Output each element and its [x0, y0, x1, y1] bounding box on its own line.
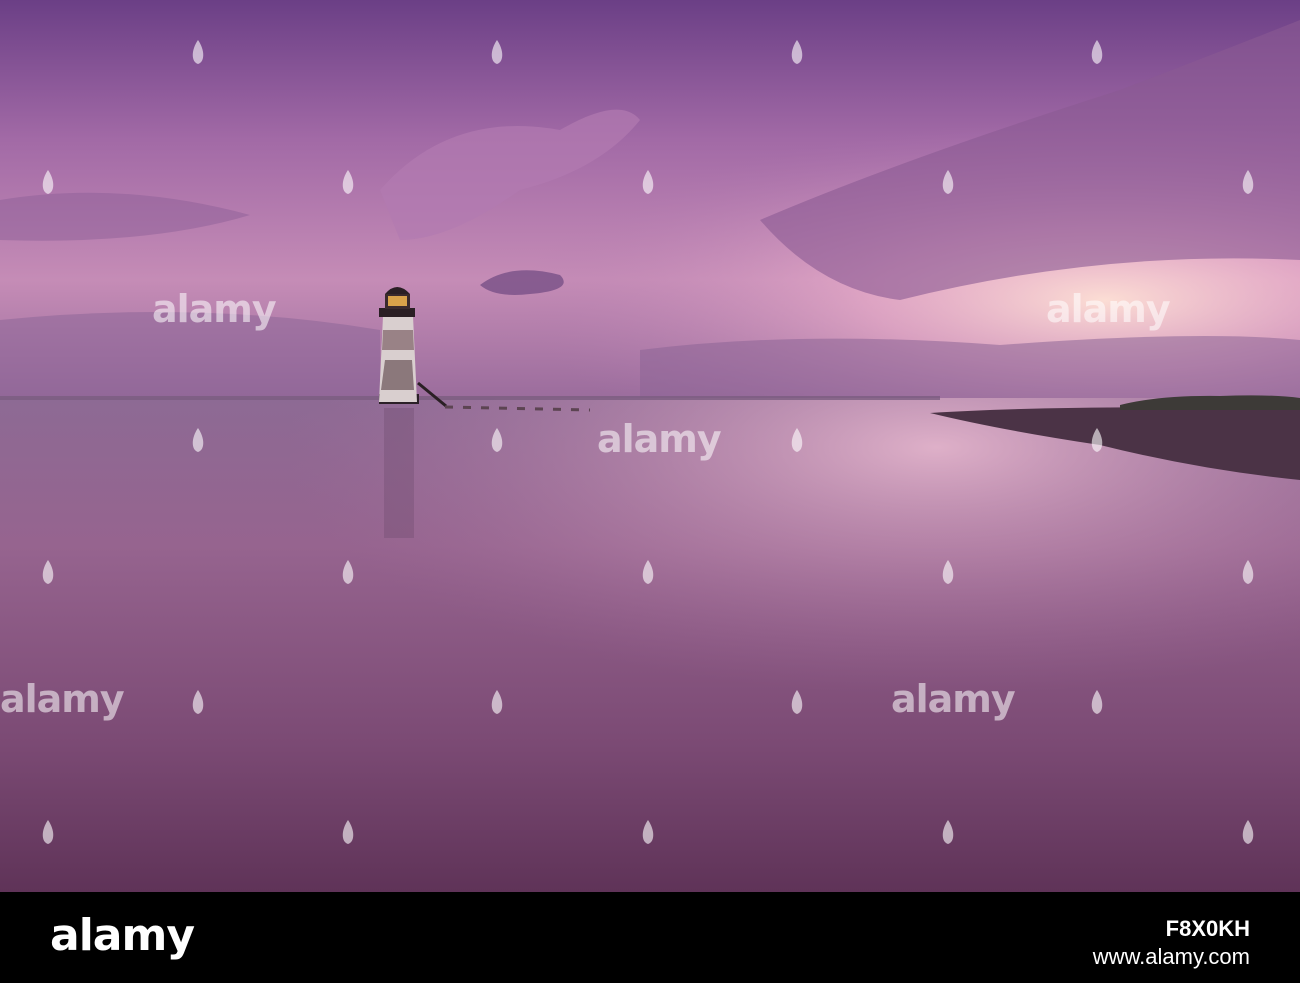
footer-bar: alamy F8X0KH www.alamy.com [0, 892, 1300, 983]
lighthouse-sunset-photo [0, 0, 1300, 892]
image-id-block: F8X0KH www.alamy.com [1093, 916, 1250, 970]
image-code: F8X0KH [1165, 916, 1250, 941]
alamy-logo: alamy [50, 910, 195, 961]
photo-scene: alamy alamy alamy alamy alamy [0, 0, 1300, 892]
site-url: www.alamy.com [1092, 944, 1250, 969]
